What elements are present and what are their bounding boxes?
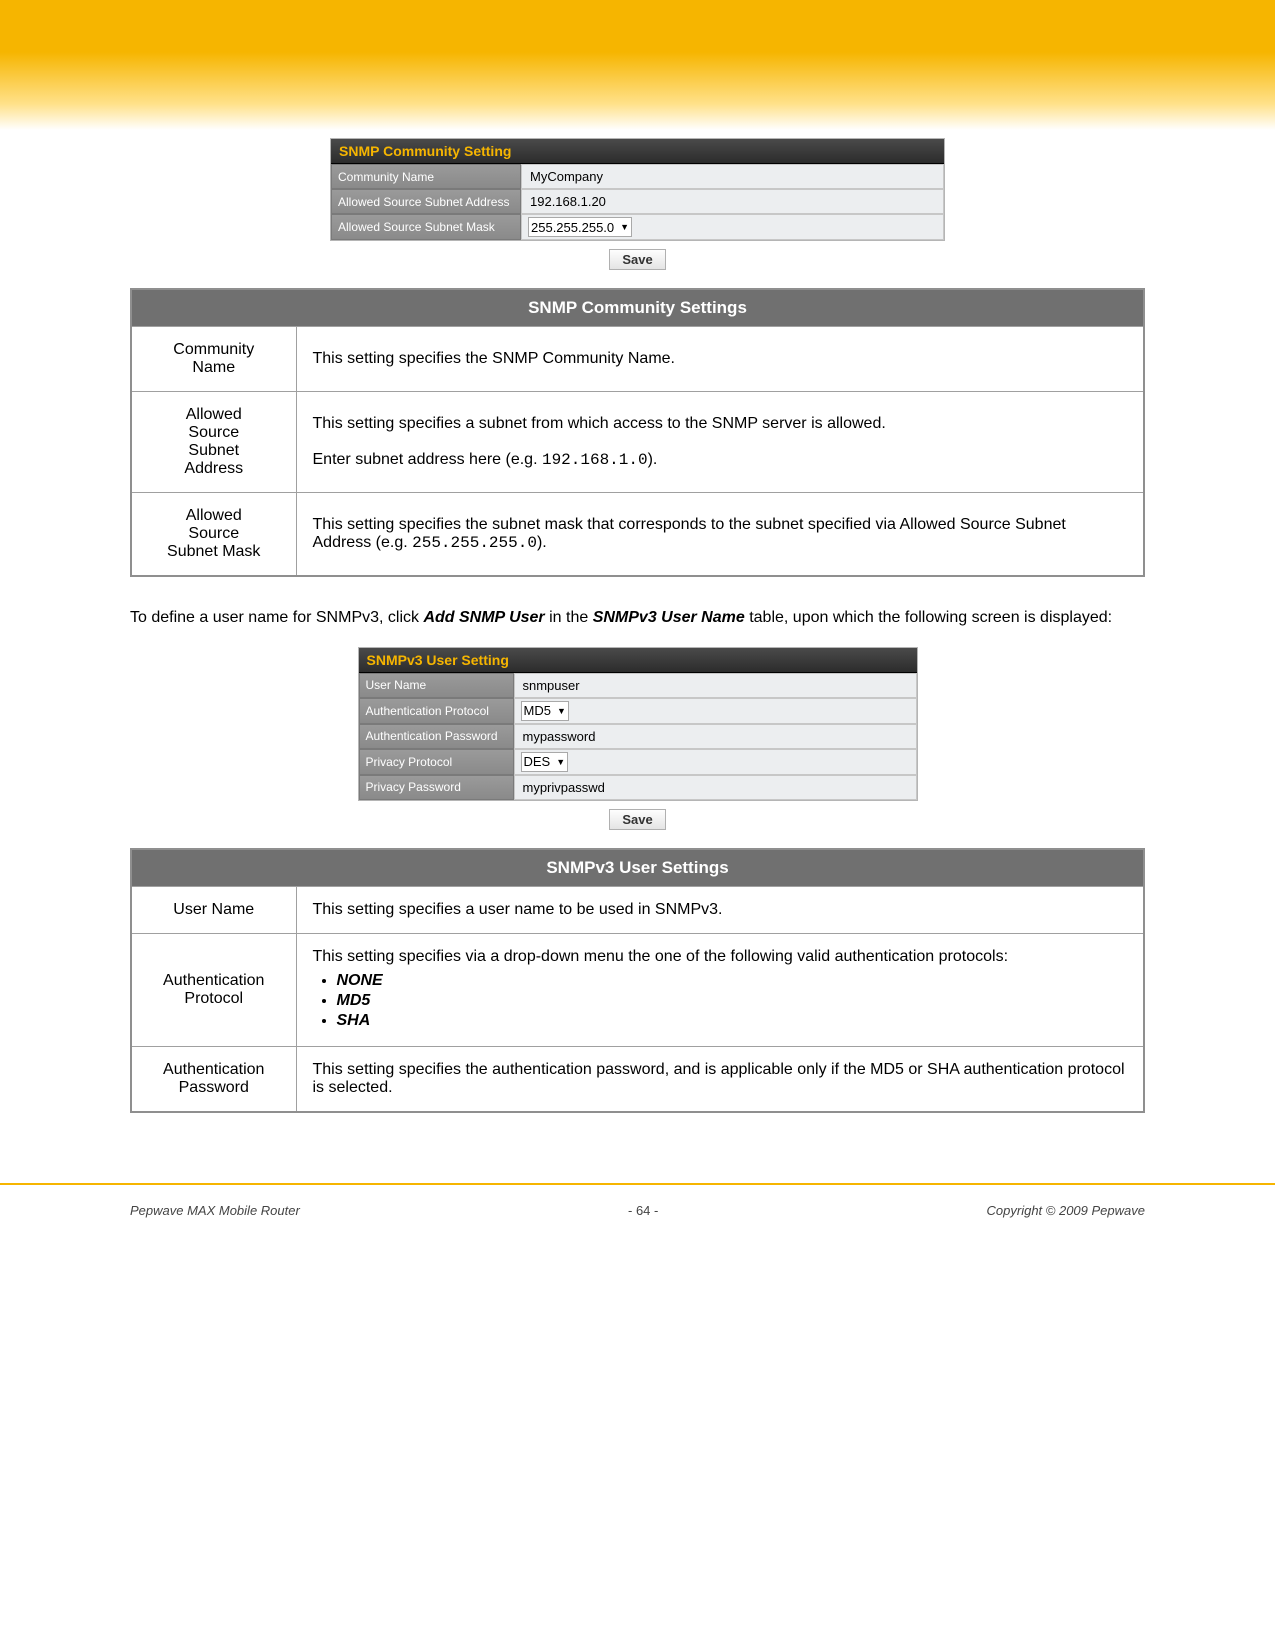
panel-title: SNMP Community Setting [331,139,944,164]
snmp-community-desc-table: SNMP Community Settings CommunityNameThi… [130,288,1145,577]
field-label: Privacy Protocol [359,749,514,775]
field-label: Authentication Protocol [359,698,514,724]
setting-desc-cell: This setting specifies a subnet from whi… [296,392,1144,493]
panel-title: SNMPv3 User Setting [359,648,917,673]
select-value: MD5 [524,703,551,718]
text-input[interactable] [528,167,688,186]
setting-name-cell: AuthenticationPassword [131,1046,296,1112]
form-row: Privacy Protocol DES ▼ [359,749,917,775]
table-header: SNMPv3 User Settings [131,849,1144,887]
chevron-down-icon: ▼ [557,706,566,716]
form-row: User Name [359,673,917,698]
field-label: Privacy Password [359,775,514,800]
table-row: AuthenticationPasswordThis setting speci… [131,1046,1144,1112]
select-value: 255.255.255.0 [531,220,614,235]
panel-rows: User NameAuthentication ProtocolMD5▼Auth… [359,673,917,800]
text-input[interactable] [528,192,688,211]
field-value-cell [521,189,944,214]
save-button[interactable]: Save [609,249,665,270]
select-value: DES [524,754,551,769]
form-row: Community Name [331,164,944,189]
setting-name-cell: AllowedSourceSubnet Mask [131,493,296,577]
select-input[interactable]: MD5 ▼ [521,701,569,721]
table-header: SNMP Community Settings [131,289,1144,327]
top-banner [0,0,1275,130]
form-row: Allowed Source Subnet Address [331,189,944,214]
field-value-cell [514,724,917,749]
setting-desc-cell: This setting specifies via a drop-down m… [296,933,1144,1046]
setting-name-cell: User Name [131,886,296,933]
snmpv3-user-desc-table: SNMPv3 User Settings User NameThis setti… [130,848,1145,1113]
field-label: Authentication Password [359,724,514,749]
text-input[interactable] [521,778,681,797]
save-button[interactable]: Save [609,809,665,830]
footer-left: Pepwave MAX Mobile Router [130,1203,300,1218]
panel-rows: Community NameAllowed Source Subnet Addr… [331,164,944,240]
field-label: Allowed Source Subnet Mask [331,214,521,240]
field-value-cell [521,164,944,189]
content-area: SNMP Community Setting Community NameAll… [0,138,1275,1163]
select-input[interactable]: DES ▼ [521,752,569,772]
setting-desc-cell: This setting specifies the authenticatio… [296,1046,1144,1112]
table-row: User NameThis setting specifies a user n… [131,886,1144,933]
table-row: AllowedSourceSubnet MaskThis setting spe… [131,493,1144,577]
snmpv3-user-panel: SNMPv3 User Setting User NameAuthenticat… [358,647,918,801]
field-value-cell: 255.255.255.0 ▼ [521,214,944,240]
setting-name-cell: CommunityName [131,327,296,392]
form-row: Allowed Source Subnet Mask 255.255.255.0 ▼ [331,214,944,240]
field-value-cell [514,775,917,800]
form-row: Authentication Protocol MD5 ▼ [359,698,917,724]
table-row: AuthenticationProtocolThis setting speci… [131,933,1144,1046]
setting-desc-cell: This setting specifies the SNMP Communit… [296,327,1144,392]
chevron-down-icon: ▼ [620,222,629,232]
text-input[interactable] [521,727,681,746]
instruction-paragraph: To define a user name for SNMPv3, click … [130,607,1145,629]
setting-desc-cell: This setting specifies a user name to be… [296,886,1144,933]
select-input[interactable]: 255.255.255.0 ▼ [528,217,632,237]
table-row: AllowedSourceSubnetAddressThis setting s… [131,392,1144,493]
setting-desc-cell: This setting specifies the subnet mask t… [296,493,1144,577]
field-value-cell [514,673,917,698]
footer: Pepwave MAX Mobile Router - 64 - Copyrig… [0,1185,1275,1218]
field-label: Allowed Source Subnet Address [331,189,521,214]
field-value-cell: MD5 ▼ [514,698,917,724]
field-label: User Name [359,673,514,698]
text-input[interactable] [521,676,681,695]
setting-name-cell: AuthenticationProtocol [131,933,296,1046]
form-row: Privacy Password [359,775,917,800]
form-row: Authentication Password [359,724,917,749]
table-row: CommunityNameThis setting specifies the … [131,327,1144,392]
footer-right: Copyright © 2009 Pepwave [987,1203,1145,1218]
setting-name-cell: AllowedSourceSubnetAddress [131,392,296,493]
snmp-community-panel: SNMP Community Setting Community NameAll… [330,138,945,241]
field-value-cell: DES ▼ [514,749,917,775]
chevron-down-icon: ▼ [556,757,565,767]
field-label: Community Name [331,164,521,189]
footer-page: - 64 - [628,1203,658,1218]
